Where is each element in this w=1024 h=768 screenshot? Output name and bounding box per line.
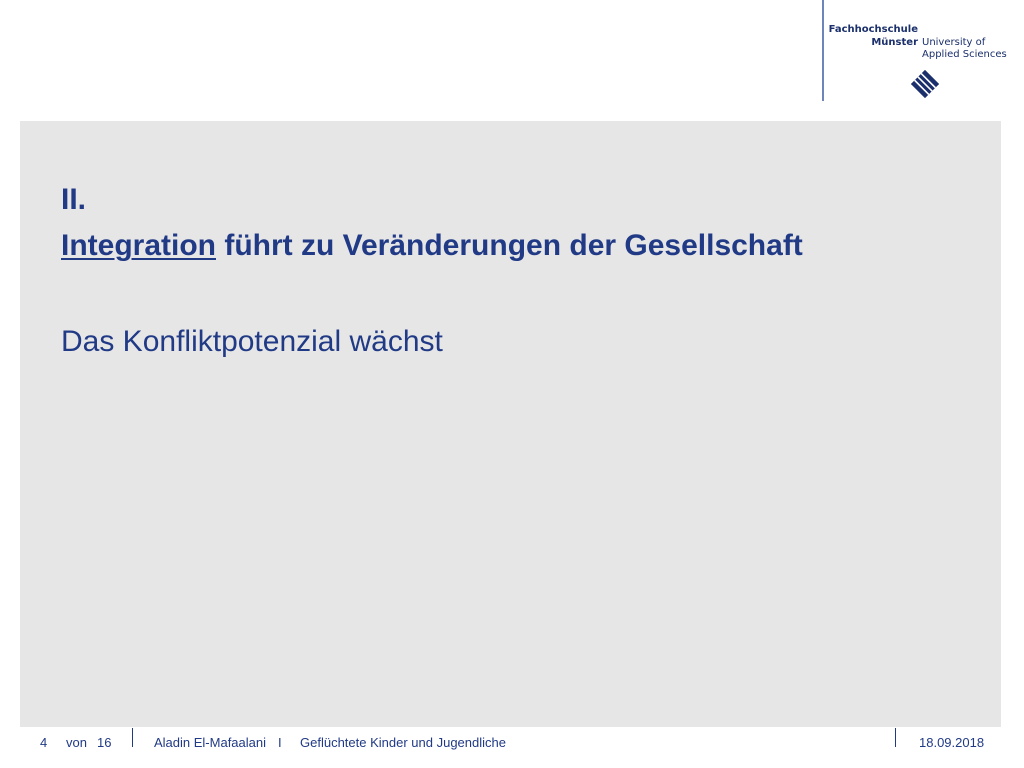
logo-line-4: Applied Sciences xyxy=(922,49,1007,60)
logo-line-2: Münster xyxy=(871,36,918,48)
page-of-label: von xyxy=(66,735,87,750)
slide-subheading: Das Konfliktpotenzial wächst xyxy=(61,325,443,358)
content-panel xyxy=(20,121,1001,727)
page-total: 16 xyxy=(97,735,112,750)
footer-separator xyxy=(132,728,133,747)
logo-line-1: Fachhochschule xyxy=(828,24,918,35)
fh-muenster-logo-mark-icon xyxy=(911,70,939,98)
page-number: 4 xyxy=(40,735,48,750)
logo-left-text: Fachhochschule Münster xyxy=(824,24,918,49)
footer: 4 von 16 Aladin El-Mafaalani I Geflüchte… xyxy=(0,728,1024,768)
footer-separator-right xyxy=(895,728,896,747)
slide-heading: Integration führt zu Veränderungen der G… xyxy=(61,229,803,263)
footer-author: Aladin El-Mafaalani xyxy=(154,735,267,750)
footer-date: 18.09.2018 xyxy=(919,735,985,750)
section-number: II. xyxy=(61,183,87,216)
logo-line-spacer xyxy=(922,24,1022,37)
footer-title: Geflüchtete Kinder und Jugendliche xyxy=(300,735,506,750)
logo-line-3: University of xyxy=(922,36,986,48)
heading-highlight: Integration xyxy=(61,229,216,262)
logo-divider xyxy=(822,0,824,101)
heading-rest: führt zu Veränderungen der Gesellschaft xyxy=(216,229,803,262)
footer-inline-separator: I xyxy=(278,735,282,750)
logo-right-text: University of Applied Sciences xyxy=(922,24,1022,62)
